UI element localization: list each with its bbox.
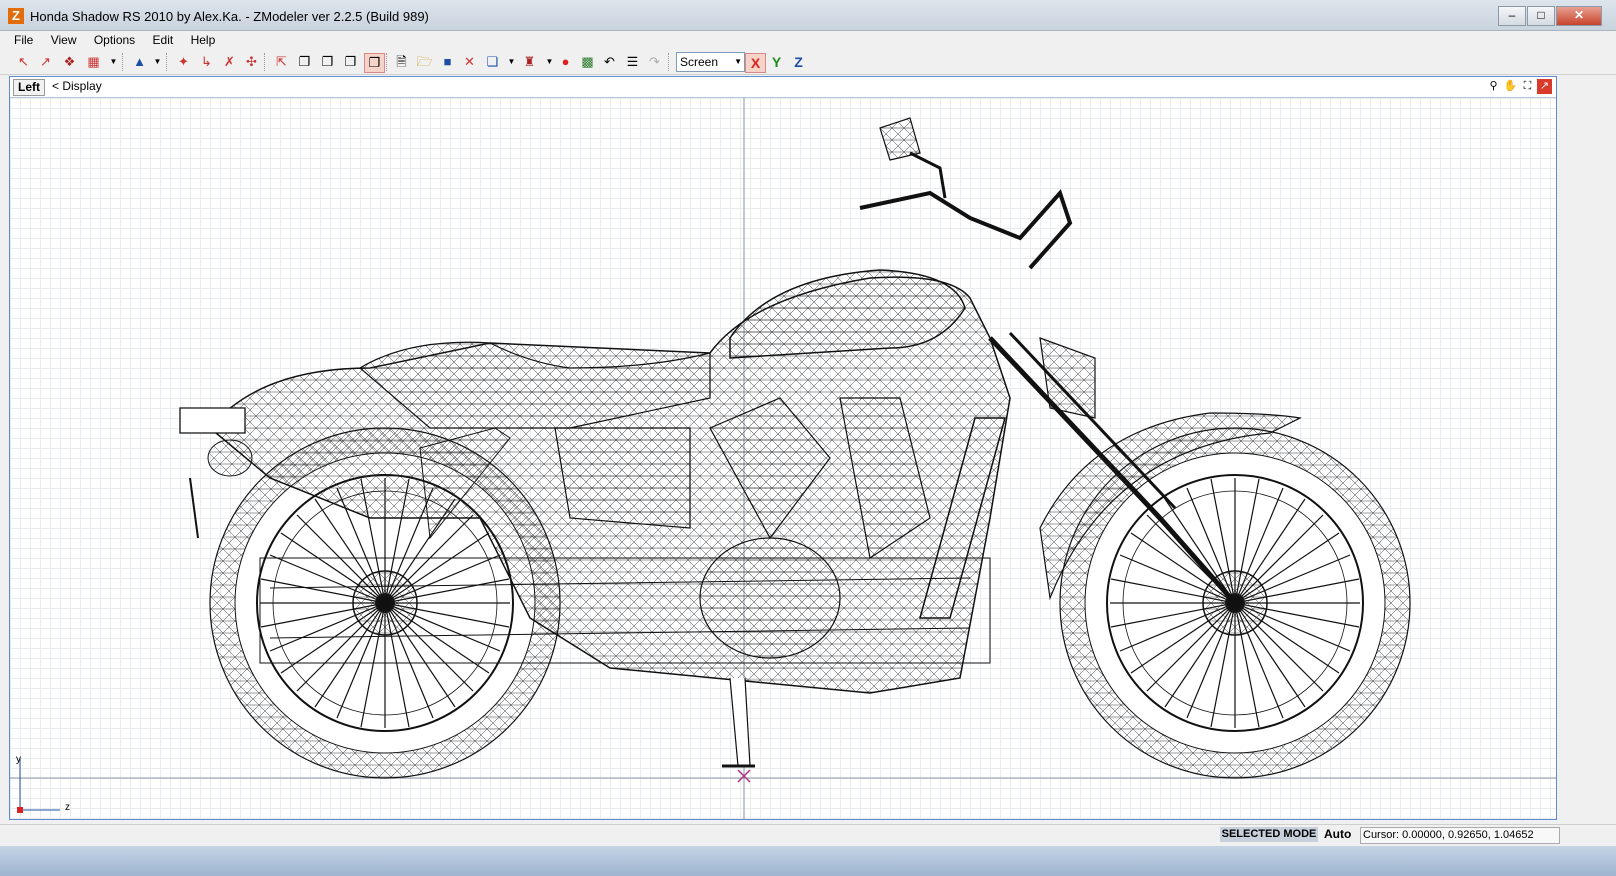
axis-z-label: z	[65, 802, 70, 813]
vertex-mode-icon[interactable]: ⇱	[272, 53, 291, 71]
copy-icon[interactable]: ❏	[483, 53, 502, 71]
record-icon[interactable]: ●	[556, 53, 575, 71]
magnet-icon[interactable]: ✦	[174, 53, 193, 71]
cube-side-icon[interactable]: ❐	[318, 53, 337, 71]
cube-top-icon[interactable]: ❐	[341, 53, 360, 71]
material-icon[interactable]: ▩	[578, 53, 597, 71]
delete-icon[interactable]: ✕	[460, 53, 479, 71]
close-button[interactable]: ✕	[1556, 6, 1602, 26]
open-file-icon[interactable]: 🗁	[415, 53, 434, 71]
cone-tool-icon[interactable]: ▲	[130, 53, 149, 71]
undo-icon[interactable]: ↶	[600, 53, 619, 71]
redo-icon[interactable]: ↷	[645, 53, 664, 71]
status-bar: SELECTED MODE Auto Cursor: 0.00000, 0.92…	[0, 824, 1616, 845]
menu-options[interactable]: Options	[94, 33, 135, 47]
zoom-icon[interactable]: ⚲	[1486, 79, 1501, 94]
notes-icon[interactable]: ☰	[623, 53, 642, 71]
select-figure-icon[interactable]: ❖	[60, 53, 79, 71]
cube-selected-icon[interactable]: ❐	[364, 53, 385, 73]
window-title: Honda Shadow RS 2010 by Alex.Ka. - ZMode…	[30, 9, 429, 24]
menu-bar: File View Options Edit Help	[0, 31, 1616, 50]
fit-view-icon[interactable]: ⛶	[1520, 79, 1535, 94]
app-icon: Z	[8, 8, 24, 24]
auto-indicator: Auto	[1324, 827, 1352, 841]
move-axis-icon[interactable]: ↳	[197, 53, 216, 71]
cube-front-icon[interactable]: ❐	[295, 53, 314, 71]
minimize-button[interactable]: –	[1498, 6, 1526, 26]
select-group-icon[interactable]: ▦	[84, 53, 103, 71]
select-vertex-icon[interactable]: ↖	[14, 53, 33, 71]
new-file-icon[interactable]: 🗎	[392, 53, 411, 71]
viewport-view-tab[interactable]: Left	[13, 79, 45, 96]
menu-help[interactable]: Help	[191, 33, 216, 47]
pan-icon[interactable]: ✋	[1503, 79, 1518, 94]
copy-dropdown-icon[interactable]: ▼	[502, 53, 521, 71]
viewport-header: Left < Display ⚲ ✋ ⛶ ↗	[10, 77, 1556, 98]
taskbar	[0, 846, 1616, 876]
select-dropdown-icon[interactable]: ▼	[104, 53, 123, 71]
viewport-left[interactable]: Left < Display ⚲ ✋ ⛶ ↗ y z	[9, 76, 1557, 820]
save-icon[interactable]: ■	[438, 53, 457, 71]
maximize-button[interactable]: □	[1527, 6, 1555, 26]
selected-mode-badge: SELECTED MODE	[1220, 827, 1318, 842]
toolbar: ↖ ↗ ❖ ▦ ▼ ▲ ▼ ✦ ↳ ✗ ✣ ⇱ ❐ ❐ ❐ ❐ 🗎 🗁 ■ ✕ …	[0, 50, 1616, 75]
axis-y-label: y	[16, 754, 21, 765]
select-object-icon[interactable]: ↗	[36, 53, 55, 71]
maximize-viewport-icon[interactable]: ↗	[1537, 79, 1552, 94]
scale-axis-icon[interactable]: ✣	[242, 53, 261, 71]
coord-mode-value: Screen	[680, 55, 719, 69]
cone-dropdown-icon[interactable]: ▼	[148, 53, 167, 71]
motorcycle-wireframe	[10, 98, 1556, 819]
paste-icon[interactable]: ♜	[520, 53, 539, 71]
title-bar: Z Honda Shadow RS 2010 by Alex.Ka. - ZMo…	[0, 0, 1616, 31]
coord-mode-select[interactable]: Screen ▼	[676, 52, 745, 72]
display-menu[interactable]: < Display	[52, 79, 102, 93]
menu-file[interactable]: File	[14, 33, 33, 47]
chevron-down-icon: ▼	[734, 57, 742, 66]
axis-y-toggle[interactable]: Y	[767, 53, 786, 71]
menu-edit[interactable]: Edit	[153, 33, 174, 47]
wireframe-canvas[interactable]: y z	[10, 98, 1556, 819]
menu-view[interactable]: View	[51, 33, 77, 47]
axis-z-toggle[interactable]: Z	[789, 53, 808, 71]
cursor-readout: Cursor: 0.00000, 0.92650, 1.04652	[1360, 827, 1560, 844]
rotate-axis-icon[interactable]: ✗	[220, 53, 239, 71]
axis-x-toggle[interactable]: X	[745, 53, 766, 73]
